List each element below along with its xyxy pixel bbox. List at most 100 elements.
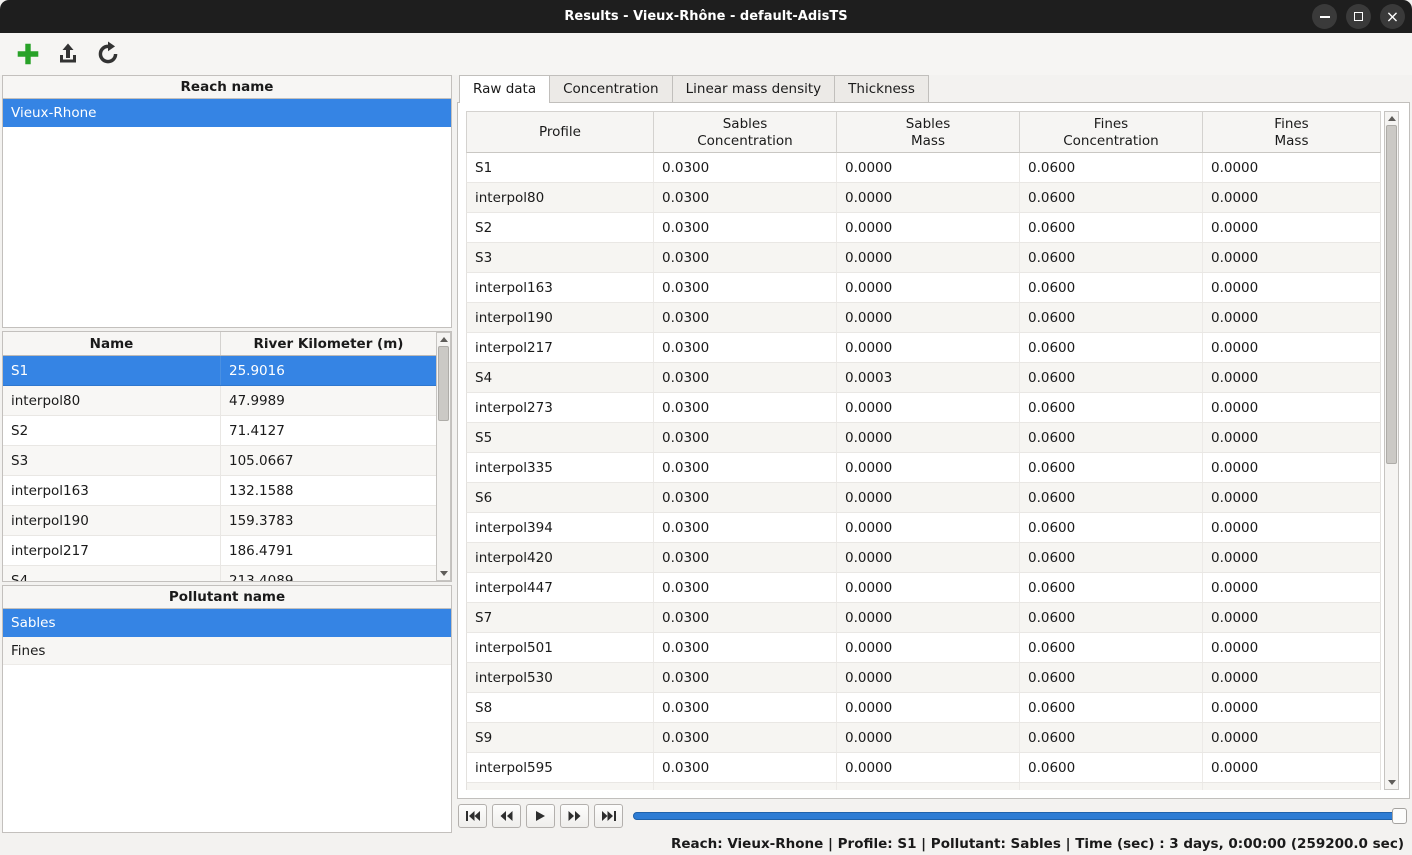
table-row[interactable]: interpol5300.03000.00000.06000.0000 — [466, 663, 1381, 693]
scroll-up-icon[interactable] — [437, 333, 450, 346]
table-row[interactable]: S50.03000.00000.06000.0000 — [466, 423, 1381, 453]
profiles-scrollbar-thumb[interactable] — [438, 346, 449, 421]
table-row[interactable]: interpol3350.03000.00000.06000.0000 — [466, 453, 1381, 483]
tab-linear-mass-density[interactable]: Linear mass density — [672, 75, 836, 102]
value-cell: 0.0600 — [1020, 333, 1203, 362]
table-row[interactable]: S80.03000.00000.06000.0000 — [466, 693, 1381, 723]
export-icon — [56, 42, 80, 66]
profile-cell: S7 — [467, 603, 654, 632]
table-scrollbar-thumb[interactable] — [1386, 125, 1397, 464]
profiles-scrollbar[interactable] — [436, 332, 451, 581]
pollutant-list-item[interactable]: Sables — [3, 609, 451, 637]
column-header-line: Concentration — [1063, 133, 1159, 149]
value-cell: 0.0300 — [654, 333, 837, 362]
close-button[interactable]: × — [1380, 4, 1405, 29]
value-cell: 0.0000 — [1203, 573, 1380, 602]
tab-raw-data[interactable]: Raw data — [459, 75, 550, 103]
profile-row[interactable]: interpol217186.4791 — [3, 536, 436, 566]
next-frame-button[interactable] — [560, 804, 589, 828]
export-button[interactable] — [52, 38, 84, 70]
minimize-button[interactable] — [1312, 4, 1337, 29]
value-cell: 0.0000 — [837, 333, 1020, 362]
table-row[interactable]: S90.03000.00000.06000.0000 — [466, 723, 1381, 753]
table-row[interactable]: S20.03000.00000.06000.0000 — [466, 213, 1381, 243]
table-row[interactable]: S100.03000.00000.06000.0000 — [466, 783, 1381, 790]
tab-concentration[interactable]: Concentration — [549, 75, 673, 102]
profile-row[interactable]: S125.9016 — [3, 356, 436, 386]
titlebar[interactable]: Results - Vieux-Rhône - default-AdisTS × — [0, 0, 1412, 33]
value-cell: 0.0600 — [1020, 663, 1203, 692]
table-row[interactable]: interpol5950.03000.00000.06000.0000 — [466, 753, 1381, 783]
value-cell: 0.0300 — [654, 663, 837, 692]
scroll-down-icon[interactable] — [437, 567, 450, 580]
table-scrollbar-track[interactable] — [1385, 125, 1398, 776]
value-cell: 0.0600 — [1020, 693, 1203, 722]
profile-row[interactable]: interpol8047.9989 — [3, 386, 436, 416]
profiles-scrollbar-track[interactable] — [437, 346, 450, 567]
value-cell: 0.0600 — [1020, 453, 1203, 482]
profile-cell: S4 — [467, 363, 654, 392]
tab-thickness[interactable]: Thickness — [834, 75, 929, 102]
value-cell: 0.0600 — [1020, 393, 1203, 422]
last-frame-button[interactable] — [594, 804, 623, 828]
profile-row[interactable]: S271.4127 — [3, 416, 436, 446]
profile-cell: S10 — [467, 783, 654, 790]
time-slider[interactable] — [633, 805, 1407, 827]
maximize-button[interactable] — [1346, 4, 1371, 29]
value-cell: 0.0000 — [837, 213, 1020, 242]
profile-row[interactable]: interpol163132.1588 — [3, 476, 436, 506]
table-row[interactable]: S70.03000.00000.06000.0000 — [466, 603, 1381, 633]
table-scrollbar[interactable] — [1384, 111, 1399, 790]
table-row[interactable]: interpol3940.03000.00000.06000.0000 — [466, 513, 1381, 543]
value-cell: 0.0300 — [654, 693, 837, 722]
value-cell: 0.0000 — [837, 273, 1020, 302]
previous-frame-button[interactable] — [492, 804, 521, 828]
rewind-icon — [500, 810, 513, 822]
value-cell: 0.0600 — [1020, 303, 1203, 332]
scroll-up-icon[interactable] — [1385, 112, 1398, 125]
add-button[interactable] — [12, 38, 44, 70]
table-row[interactable]: S10.03000.00000.06000.0000 — [466, 153, 1381, 183]
value-cell: 0.0000 — [1203, 363, 1380, 392]
profile-row[interactable]: interpol190159.3783 — [3, 506, 436, 536]
profiles-table: Name River Kilometer (m) S125.9016interp… — [3, 332, 436, 581]
profile-row[interactable]: S4213.4089 — [3, 566, 436, 581]
value-cell: 0.0300 — [654, 543, 837, 572]
tab-bar: Raw dataConcentrationLinear mass density… — [457, 75, 1410, 102]
play-button[interactable] — [526, 804, 555, 828]
table-row[interactable]: interpol4200.03000.00000.06000.0000 — [466, 543, 1381, 573]
table-row[interactable]: interpol1900.03000.00000.06000.0000 — [466, 303, 1381, 333]
results-area: Raw dataConcentrationLinear mass density… — [457, 75, 1410, 833]
table-row[interactable]: interpol2730.03000.00000.06000.0000 — [466, 393, 1381, 423]
table-row[interactable]: interpol4470.03000.00000.06000.0000 — [466, 573, 1381, 603]
value-cell: 0.0000 — [837, 753, 1020, 782]
value-cell: 0.0000 — [1203, 513, 1380, 542]
reach-list-item[interactable]: Vieux-Rhone — [3, 99, 451, 127]
value-cell: 0.0000 — [837, 693, 1020, 722]
value-cell: 0.0000 — [1203, 783, 1380, 790]
table-row[interactable]: interpol1630.03000.00000.06000.0000 — [466, 273, 1381, 303]
raw-table-body: S10.03000.00000.06000.0000interpol800.03… — [466, 153, 1381, 790]
value-cell: 0.0300 — [654, 363, 837, 392]
pollutant-list-item[interactable]: Fines — [3, 637, 451, 665]
value-cell: 0.0000 — [837, 303, 1020, 332]
value-cell: 0.0600 — [1020, 483, 1203, 512]
profile-name-cell: interpol80 — [3, 386, 221, 415]
profile-row[interactable]: S3105.0667 — [3, 446, 436, 476]
table-row[interactable]: S40.03000.00030.06000.0000 — [466, 363, 1381, 393]
value-cell: 0.0300 — [654, 303, 837, 332]
profile-cell: S3 — [467, 243, 654, 272]
first-frame-button[interactable] — [458, 804, 487, 828]
time-slider-handle[interactable] — [1392, 808, 1407, 824]
table-row[interactable]: interpol800.03000.00000.06000.0000 — [466, 183, 1381, 213]
profile-cell: S9 — [467, 723, 654, 752]
value-cell: 0.0000 — [837, 393, 1020, 422]
table-row[interactable]: interpol2170.03000.00000.06000.0000 — [466, 333, 1381, 363]
table-row[interactable]: S30.03000.00000.06000.0000 — [466, 243, 1381, 273]
scroll-down-icon[interactable] — [1385, 776, 1398, 789]
pollutant-panel: Pollutant name SablesFines — [2, 585, 452, 833]
table-row[interactable]: S60.03000.00000.06000.0000 — [466, 483, 1381, 513]
table-row[interactable]: interpol5010.03000.00000.06000.0000 — [466, 633, 1381, 663]
refresh-button[interactable] — [92, 38, 124, 70]
value-cell: 0.0600 — [1020, 273, 1203, 302]
